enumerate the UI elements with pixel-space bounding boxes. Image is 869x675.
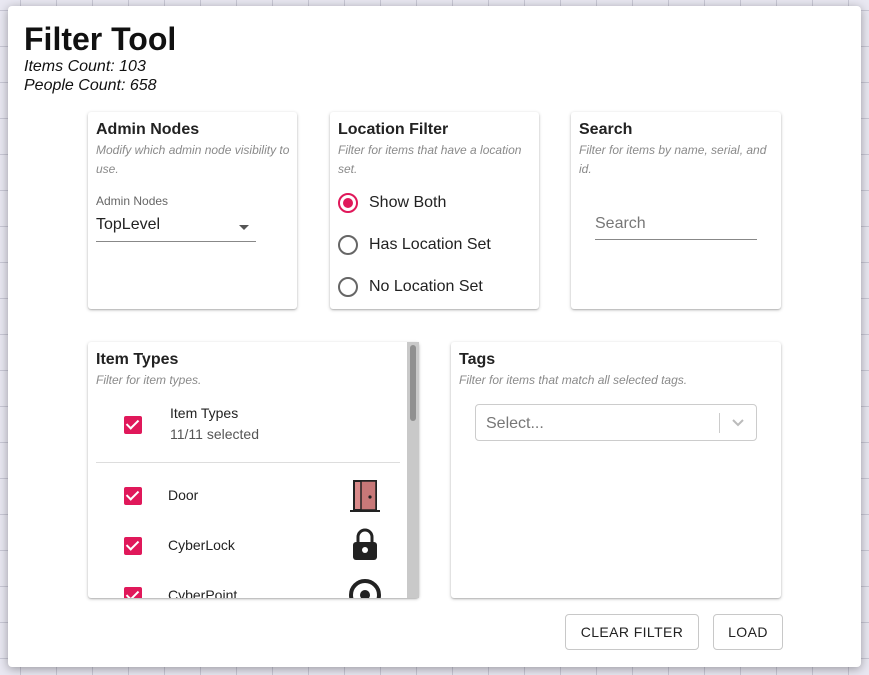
item-types-card: Item Types Filter for item types. Item T… (88, 342, 419, 598)
cyberlock-checkbox[interactable] (124, 537, 142, 555)
admin-nodes-subtitle: Modify which admin node visibility to us… (96, 143, 290, 176)
search-title: Search (579, 121, 633, 138)
radio-checked-icon (338, 193, 358, 213)
admin-nodes-select-value: TopLevel (96, 216, 161, 233)
clear-filter-button[interactable]: CLEAR FILTER (565, 614, 699, 650)
door-checkbox[interactable] (124, 487, 142, 505)
tags-title: Tags (459, 351, 496, 368)
tags-select-placeholder: Select... (486, 415, 544, 432)
item-types-subtitle: Filter for item types. (96, 373, 202, 387)
item-types-selected-count: 11/11 selected (170, 426, 259, 442)
select-all-checkbox[interactable] (124, 416, 142, 434)
item-types-title: Item Types (96, 351, 179, 368)
tags-select[interactable]: Select... (475, 404, 757, 441)
list-item-label: CyberPoint (168, 587, 238, 598)
admin-nodes-select[interactable]: TopLevel (96, 210, 256, 242)
location-filter-card: Location Filter Filter for items that ha… (330, 112, 539, 309)
location-filter-subtitle: Filter for items that have a location se… (338, 143, 522, 176)
list-item-label: CyberLock (168, 537, 235, 553)
tags-select-separator (719, 413, 720, 433)
admin-nodes-card: Admin Nodes Modify which admin node visi… (88, 112, 297, 309)
radio-label: Show Both (369, 194, 447, 211)
radio-unchecked-icon (338, 235, 358, 255)
radio-label: No Location Set (369, 278, 483, 295)
admin-nodes-title: Admin Nodes (96, 121, 200, 138)
radio-label: Has Location Set (369, 236, 491, 253)
page-title: Filter Tool (24, 21, 177, 57)
item-types-list: Item Types Filter for item types. Item T… (88, 342, 407, 598)
people-count: People Count: 658 (24, 77, 157, 94)
item-types-scrollbar[interactable] (407, 342, 419, 598)
list-item-label: Door (168, 487, 199, 503)
cyberpoint-checkbox[interactable] (124, 587, 142, 598)
items-count: Items Count: 103 (24, 58, 146, 75)
point-icon (349, 579, 381, 598)
search-subtitle: Filter for items by name, serial, and id… (579, 143, 767, 176)
tags-subtitle: Filter for items that match all selected… (459, 373, 688, 387)
scrollbar-thumb[interactable] (410, 345, 416, 421)
chevron-down-icon (239, 225, 249, 230)
filter-dialog: Filter Tool Items Count: 103 People Coun… (8, 6, 861, 667)
radio-unchecked-icon (338, 277, 358, 297)
search-input[interactable] (595, 208, 757, 240)
search-card: Search Filter for items by name, serial,… (571, 112, 781, 309)
divider (96, 462, 400, 463)
tags-card: Tags Filter for items that match all sel… (451, 342, 781, 598)
load-button[interactable]: LOAD (713, 614, 783, 650)
item-types-header-label: Item Types (170, 405, 239, 421)
location-filter-title: Location Filter (338, 121, 449, 138)
door-icon (350, 480, 380, 512)
padlock-icon (353, 528, 377, 560)
chevron-down-icon (732, 419, 744, 427)
admin-nodes-select-label: Admin Nodes (96, 194, 169, 208)
